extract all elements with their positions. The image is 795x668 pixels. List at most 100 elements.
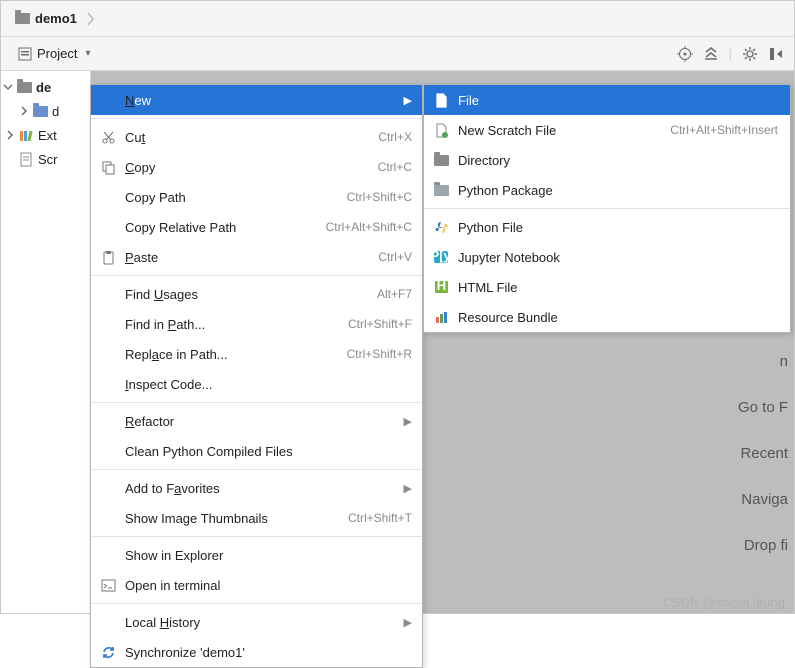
menu-refactor[interactable]: Refactor ▶: [91, 406, 422, 436]
new-submenu: File New Scratch File Ctrl+Alt+Shift+Ins…: [423, 84, 791, 333]
chevron-right-icon: ▶: [400, 482, 412, 495]
menu-label: Clean Python Compiled Files: [125, 444, 412, 459]
submenu-directory[interactable]: Directory: [424, 145, 790, 175]
folder-icon: [15, 13, 30, 24]
jupyter-icon: IP[y]: [432, 250, 450, 264]
menu-synchronize[interactable]: Synchronize 'demo1': [91, 637, 422, 667]
hint-text: Naviga: [741, 477, 794, 523]
submenu-resource-bundle[interactable]: Resource Bundle: [424, 302, 790, 332]
shortcut: Ctrl+V: [378, 250, 412, 264]
project-icon: [17, 46, 33, 62]
tree-label: Ext: [38, 128, 57, 143]
shortcut: Ctrl+X: [378, 130, 412, 144]
menu-copy-path[interactable]: Copy Path Ctrl+Shift+C: [91, 182, 422, 212]
separator: [91, 536, 422, 537]
hint-text: Go to F: [738, 385, 794, 431]
target-icon[interactable]: [677, 46, 693, 62]
project-tree-sidebar[interactable]: de d Ext Scr: [1, 71, 91, 613]
menu-label: Show Image Thumbnails: [125, 511, 348, 526]
terminal-icon: [99, 578, 117, 593]
separator: [91, 469, 422, 470]
collapse-all-icon[interactable]: [703, 46, 719, 62]
submenu-python-package[interactable]: Python Package: [424, 175, 790, 205]
menu-label: Show in Explorer: [125, 548, 412, 563]
submenu-label: File: [458, 93, 778, 108]
hide-icon[interactable]: [768, 46, 784, 62]
menu-cut[interactable]: Cut Ctrl+X: [91, 122, 422, 152]
menu-add-favorites[interactable]: Add to Favorites ▶: [91, 473, 422, 503]
submenu-html-file[interactable]: H HTML File: [424, 272, 790, 302]
menu-local-history[interactable]: Local History ▶: [91, 607, 422, 637]
menu-new[interactable]: New ▶: [91, 85, 422, 115]
breadcrumb-label: demo1: [35, 11, 77, 26]
python-package-icon: [432, 185, 450, 196]
submenu-label: Directory: [458, 153, 778, 168]
menu-inspect-code[interactable]: Inspect Code...: [91, 369, 422, 399]
folder-icon: [17, 82, 32, 93]
menu-find-in-path[interactable]: Find in Path... Ctrl+Shift+F: [91, 309, 422, 339]
python-file-icon: [432, 220, 450, 235]
menu-label: Find Usages: [125, 287, 377, 302]
submenu-scratch[interactable]: New Scratch File Ctrl+Alt+Shift+Insert: [424, 115, 790, 145]
submenu-jupyter[interactable]: IP[y] Jupyter Notebook: [424, 242, 790, 272]
menu-label: Copy: [125, 160, 378, 175]
submenu-label: Python File: [458, 220, 778, 235]
submenu-label: HTML File: [458, 280, 778, 295]
shortcut: Ctrl+C: [378, 160, 412, 174]
chevron-right-icon: ▶: [400, 616, 412, 629]
gear-icon[interactable]: [742, 46, 758, 62]
submenu-file[interactable]: File: [424, 85, 790, 115]
menu-clean-pyc[interactable]: Clean Python Compiled Files: [91, 436, 422, 466]
menu-label: Open in terminal: [125, 578, 412, 593]
scratch-file-icon: [19, 152, 34, 167]
watermark: CSDN @swain.leung: [663, 595, 785, 610]
submenu-label: Jupyter Notebook: [458, 250, 778, 265]
hint-text: Drop fi: [744, 523, 794, 569]
paste-icon: [99, 250, 117, 265]
shortcut: Ctrl+Shift+F: [348, 317, 412, 331]
menu-paste[interactable]: Paste Ctrl+V: [91, 242, 422, 272]
tree-label: de: [36, 80, 51, 95]
tree-child[interactable]: d: [1, 99, 90, 123]
separator: [91, 402, 422, 403]
menu-open-terminal[interactable]: Open in terminal: [91, 570, 422, 600]
breadcrumb-item-project[interactable]: demo1: [9, 7, 83, 30]
menu-copy[interactable]: Copy Ctrl+C: [91, 152, 422, 182]
tree-root[interactable]: de: [1, 75, 90, 99]
submenu-label: Resource Bundle: [458, 310, 778, 325]
tree-scratches[interactable]: Scr: [1, 147, 90, 171]
menu-show-explorer[interactable]: Show in Explorer: [91, 540, 422, 570]
menu-copy-relative-path[interactable]: Copy Relative Path Ctrl+Alt+Shift+C: [91, 212, 422, 242]
chevron-right-icon: [5, 130, 15, 140]
chevron-right-icon: [19, 106, 29, 116]
shortcut: Ctrl+Shift+C: [347, 190, 412, 204]
menu-label: Add to Favorites: [125, 481, 400, 496]
chevron-right-icon: ▶: [400, 415, 412, 428]
scratch-file-icon: [432, 123, 450, 138]
menu-label: Synchronize 'demo1': [125, 645, 412, 660]
submenu-python-file[interactable]: Python File: [424, 212, 790, 242]
menu-label: Copy Relative Path: [125, 220, 326, 235]
chevron-down-icon: [3, 82, 13, 92]
submenu-label: New Scratch File: [458, 123, 670, 138]
source-folder-icon: [33, 106, 48, 117]
shortcut: Ctrl+Alt+Shift+C: [326, 220, 412, 234]
tree-label: Scr: [38, 152, 58, 167]
hint-text: Recent: [740, 431, 794, 477]
tree-label: d: [52, 104, 59, 119]
menu-replace-in-path[interactable]: Replace in Path... Ctrl+Shift+R: [91, 339, 422, 369]
menu-find-usages[interactable]: Find Usages Alt+F7: [91, 279, 422, 309]
separator: |: [729, 46, 732, 61]
menu-label: Copy Path: [125, 190, 347, 205]
menu-show-thumbnails[interactable]: Show Image Thumbnails Ctrl+Shift+T: [91, 503, 422, 533]
svg-text:IP[y]: IP[y]: [433, 250, 449, 263]
menu-label: Replace in Path...: [125, 347, 347, 362]
resource-bundle-icon: [432, 310, 450, 325]
menu-label: Refactor: [125, 414, 400, 429]
tree-external[interactable]: Ext: [1, 123, 90, 147]
chevron-right-icon: [87, 12, 95, 26]
project-view-selector[interactable]: Project ▾: [11, 42, 97, 66]
scissors-icon: [99, 130, 117, 145]
breadcrumb-bar: demo1: [1, 1, 794, 37]
copy-icon: [99, 160, 117, 175]
